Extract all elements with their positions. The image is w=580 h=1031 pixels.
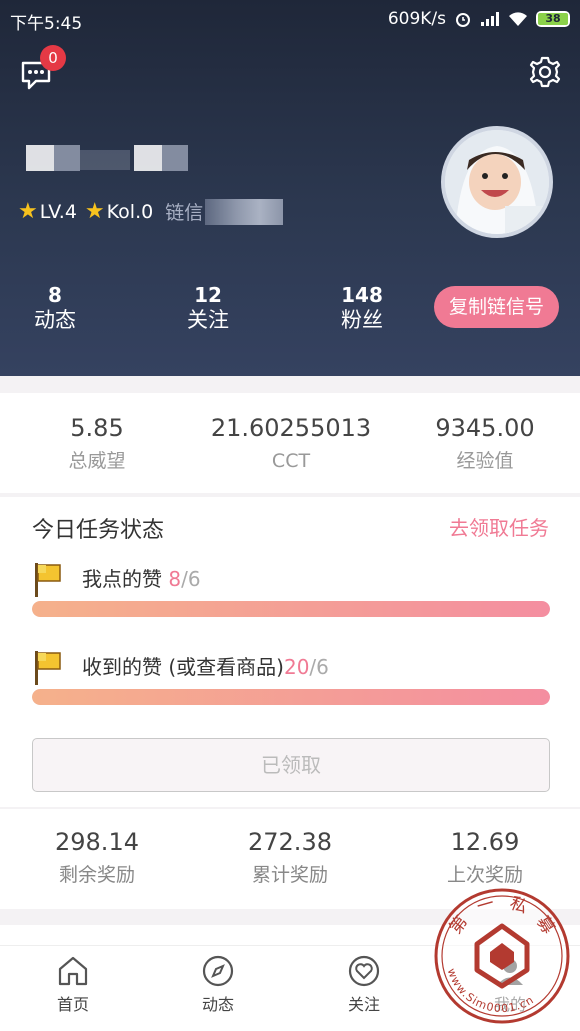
home-icon	[58, 956, 88, 986]
tasks-title: 今日任务状态	[32, 518, 165, 543]
compass-icon	[202, 955, 234, 987]
task-current: 20	[283, 655, 310, 679]
wifi-icon	[509, 12, 527, 26]
task-progress-fill	[32, 689, 550, 705]
reward-remaining-label: 剩余奖励	[58, 864, 135, 886]
avatar[interactable]	[441, 126, 553, 238]
profile-header: 下午5:45 609K/s 38 0 ★ LV.4 ★ Kol.0 链信 8 动…	[0, 0, 580, 376]
copy-chain-id-button[interactable]: 复制链信号	[434, 286, 559, 328]
summary-card: 5.85 总威望 21.60255013 CCT 9345.00 经验值	[0, 393, 580, 493]
task-progress-bar	[32, 601, 550, 617]
avatar-image	[445, 130, 549, 234]
stat-posts[interactable]: 8 动态	[10, 283, 100, 333]
get-tasks-link[interactable]: 去领取任务	[449, 512, 549, 541]
tab-follow-label: 关注	[347, 995, 380, 1014]
stat-fans[interactable]: 148 粉丝	[317, 283, 407, 333]
reward-last-value: 12.69	[450, 828, 520, 856]
level-row: ★ LV.4 ★ Kol.0 链信	[18, 198, 284, 225]
task-progress-fill	[32, 601, 550, 617]
reward-total: 272.38 累计奖励	[190, 827, 390, 889]
task-label: 我点的赞 8/6	[82, 567, 201, 591]
star-icon: ★	[84, 199, 105, 224]
summary-cct-label: CCT	[271, 450, 311, 472]
task-total: /6	[181, 567, 201, 591]
network-speed: 609K/s	[387, 9, 446, 29]
task-total: /6	[309, 655, 329, 679]
claimed-button[interactable]: 已领取	[32, 738, 550, 792]
chain-id-redacted	[205, 198, 284, 225]
tab-home-label: 首页	[56, 995, 89, 1014]
reward-last-label: 上次奖励	[446, 864, 523, 886]
kol-label: Kol.0	[106, 200, 154, 223]
reward-total-value: 272.38	[248, 828, 332, 856]
stat-fans-count: 148	[341, 283, 383, 307]
gear-icon[interactable]	[528, 55, 562, 89]
chain-id-label: 链信	[165, 202, 204, 224]
daily-tasks-card: 今日任务状态 去领取任务 我点的赞 8/6 收到的赞 (或查看商品)20/6 已…	[0, 497, 580, 807]
summary-exp-value: 9345.00	[435, 414, 535, 442]
stat-fans-label: 粉丝	[341, 308, 383, 332]
task-progress-bar	[32, 689, 550, 705]
summary-exp: 9345.00 经验值	[390, 413, 580, 475]
summary-prestige-label: 总威望	[68, 450, 126, 472]
alarm-icon	[456, 13, 470, 27]
flag-icon	[35, 651, 61, 685]
reward-last: 12.69 上次奖励	[385, 827, 580, 889]
status-indicators: 609K/s 38	[388, 9, 570, 29]
stat-posts-label: 动态	[34, 308, 76, 332]
battery-icon: 38	[536, 11, 570, 27]
stat-following-label: 关注	[187, 308, 229, 332]
reward-total-label: 累计奖励	[251, 864, 328, 886]
flag-icon	[35, 563, 61, 597]
level-label: LV.4	[39, 200, 77, 223]
tab-follow[interactable]: 关注	[314, 954, 414, 1016]
watermark-stamp: 第 一 私 募 www.Sim0001.cn	[434, 888, 570, 1024]
task-current: 8	[168, 567, 182, 591]
task-label: 收到的赞 (或查看商品)20/6	[82, 655, 329, 679]
status-time: 下午5:45	[10, 14, 83, 34]
heart-icon	[348, 955, 380, 987]
summary-prestige: 5.85 总威望	[2, 413, 192, 475]
reward-remaining-value: 298.14	[55, 828, 139, 856]
reward-remaining: 298.14 剩余奖励	[0, 827, 197, 889]
star-icon: ★	[18, 199, 38, 224]
status-bar: 下午5:45 609K/s 38	[0, 0, 580, 40]
signal-icon	[481, 12, 499, 26]
stat-following[interactable]: 12 关注	[163, 283, 253, 333]
stat-following-count: 12	[194, 283, 222, 307]
summary-exp-label: 经验值	[456, 450, 514, 472]
tab-feed[interactable]: 动态	[168, 954, 268, 1016]
summary-cct-value: 21.60255013	[210, 414, 372, 442]
summary-prestige-value: 5.85	[70, 414, 124, 442]
tab-home[interactable]: 首页	[23, 954, 123, 1016]
message-badge: 0	[40, 45, 66, 71]
stat-posts-count: 8	[48, 283, 62, 307]
tab-feed-label: 动态	[201, 995, 234, 1014]
summary-cct: 21.60255013 CCT	[196, 413, 386, 475]
